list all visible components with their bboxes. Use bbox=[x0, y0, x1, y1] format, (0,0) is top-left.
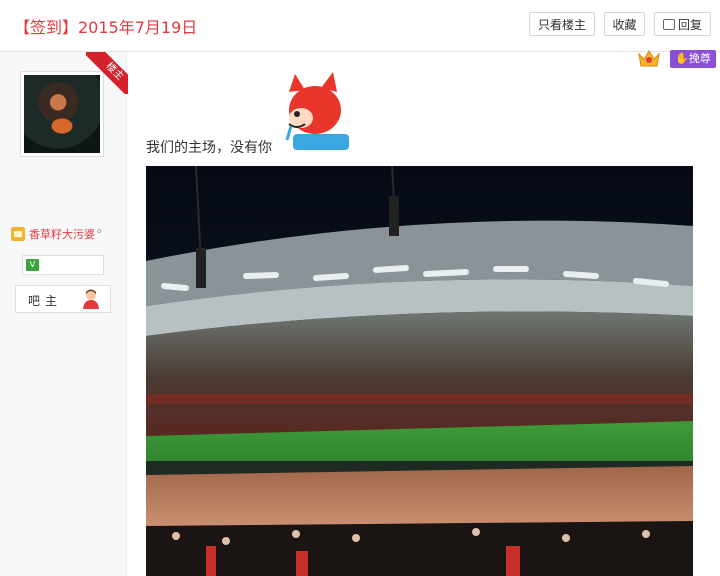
username: 香草籽大污婆 bbox=[29, 228, 95, 241]
post-header: 【签到】2015年7月19日 只看楼主 收藏 回复 bbox=[0, 0, 720, 52]
reply-icon bbox=[662, 19, 675, 30]
vip-badge-box[interactable]: V bbox=[22, 255, 104, 275]
vip-icon: V bbox=[26, 259, 39, 271]
guard-hand-icon: ✋ bbox=[675, 52, 689, 65]
corner-badge-label: 楼主 bbox=[86, 52, 128, 94]
role-label: 吧主 bbox=[28, 294, 63, 308]
author-sidebar: 香草籽大污婆 o V 吧主 bbox=[0, 52, 127, 576]
owner-avatar-icon bbox=[83, 289, 99, 309]
forum-owner-badge[interactable]: 吧主 bbox=[15, 285, 111, 313]
crown-icon[interactable] bbox=[637, 46, 661, 70]
post-text: 我们的主场，没有你 bbox=[146, 140, 272, 156]
stadium-photo[interactable] bbox=[146, 166, 693, 576]
guard-badge[interactable]: ✋挽尊 bbox=[670, 50, 716, 68]
owner-corner-ribbon: 楼主 bbox=[86, 52, 128, 94]
username-mark: o bbox=[97, 227, 102, 235]
page-title: 【签到】2015年7月19日 bbox=[14, 18, 198, 37]
member-level-icon bbox=[11, 227, 25, 241]
reply-button[interactable]: 回复 bbox=[654, 12, 711, 36]
cartoon-cat-sticker bbox=[285, 72, 349, 150]
only-owner-button[interactable]: 只看楼主 bbox=[529, 12, 595, 36]
username-link[interactable]: 香草籽大污婆 o bbox=[11, 226, 121, 244]
favorite-button[interactable]: 收藏 bbox=[604, 12, 645, 36]
guard-label: 挽尊 bbox=[688, 52, 711, 65]
reply-button-label: 回复 bbox=[677, 18, 702, 32]
